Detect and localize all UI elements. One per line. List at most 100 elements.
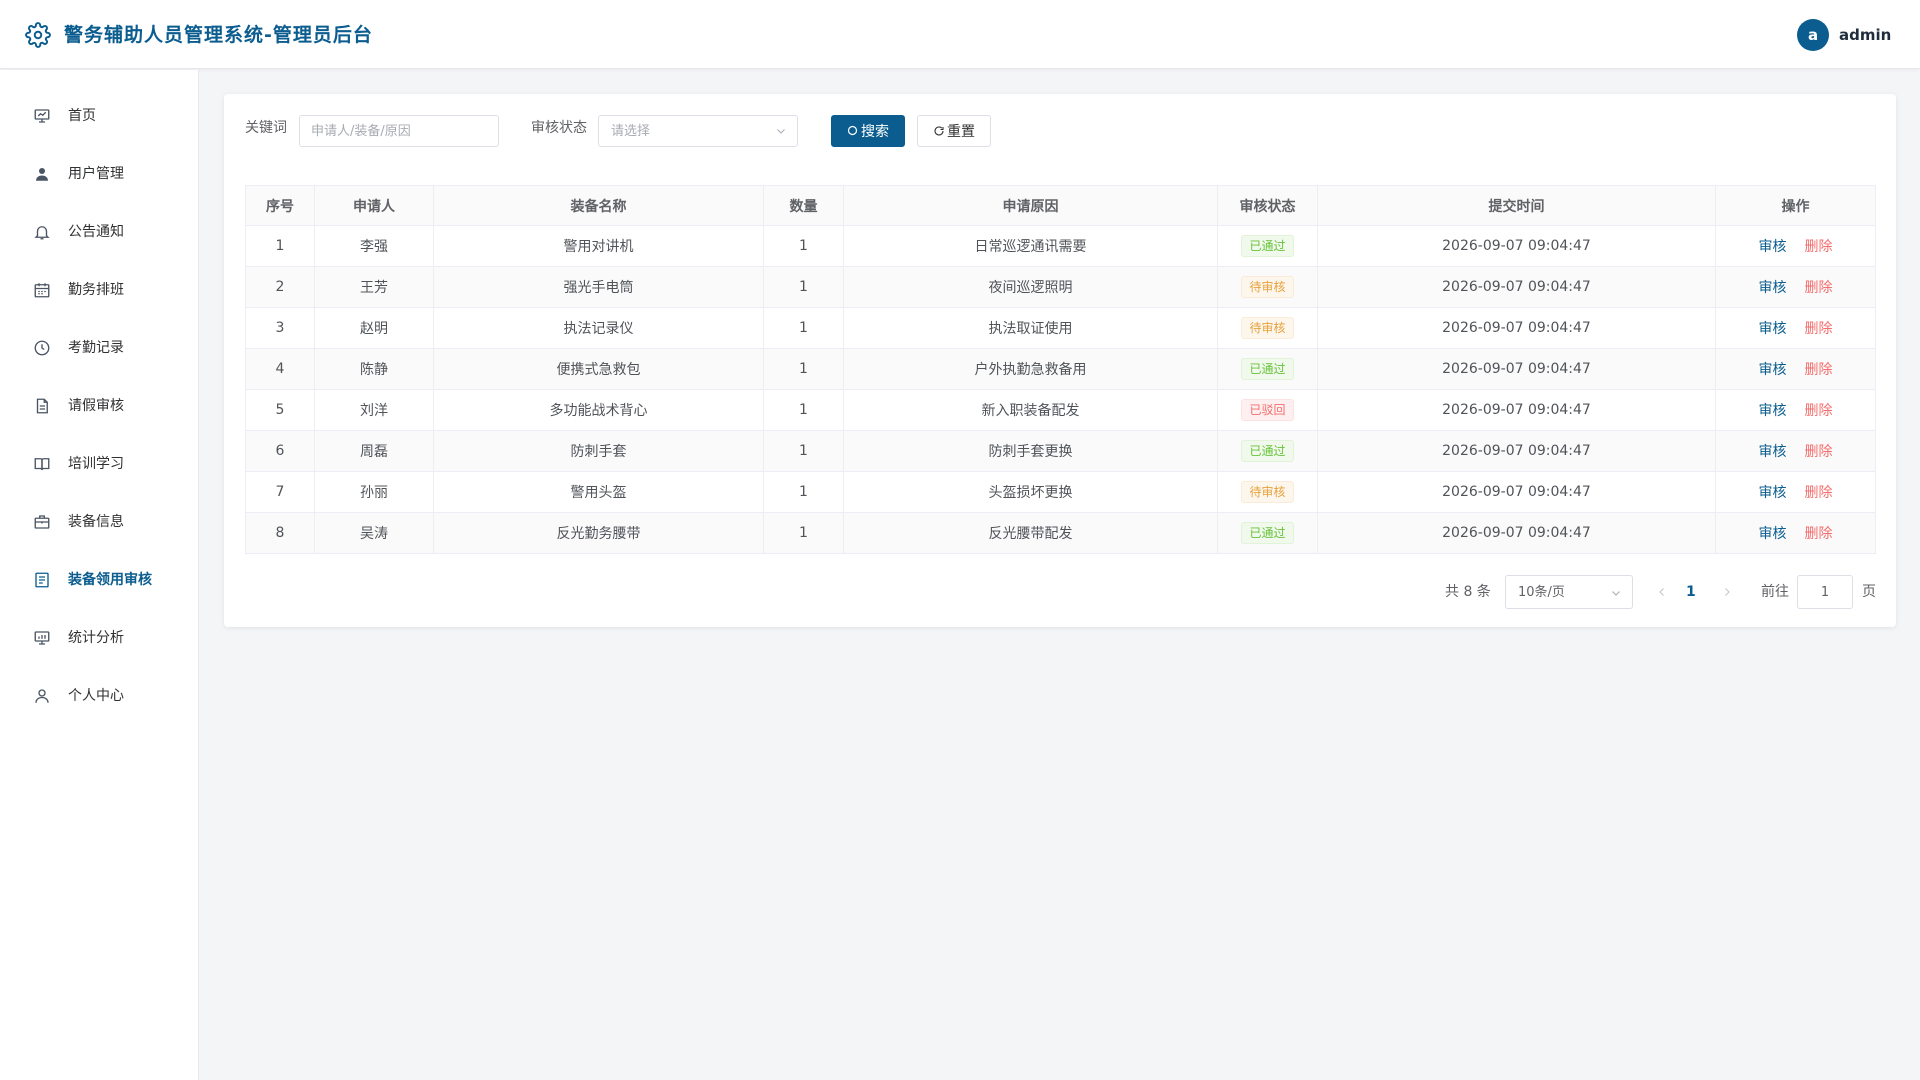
cell-reason: 反光腰带配发 (843, 512, 1218, 554)
status-filter-label: 审核状态 (531, 120, 587, 136)
clock-icon (34, 340, 50, 356)
cell-no: 1 (245, 225, 315, 267)
cell-equipment: 反光勤务腰带 (433, 512, 764, 554)
gear-icon (25, 22, 51, 48)
audit-link[interactable]: 审核 (1759, 526, 1787, 542)
page-size-select[interactable]: 10条/页 (1505, 575, 1633, 609)
sidebar-item-attendance[interactable]: 考勤记录 (0, 323, 198, 373)
cell-qty: 1 (763, 266, 844, 308)
status-select-placeholder: 请选择 (611, 124, 651, 139)
cell-qty: 1 (763, 471, 844, 513)
cell-time: 2026-09-07 09:04:47 (1317, 389, 1716, 431)
briefcase-icon (34, 515, 50, 529)
status-badge: 待审核 (1241, 481, 1294, 503)
cell-status: 待审核 (1217, 471, 1318, 513)
table-header-row: 序号 申请人 装备名称 数量 申请原因 审核状态 提交时间 操作 (245, 185, 1876, 226)
application-table: 序号 申请人 装备名称 数量 申请原因 审核状态 提交时间 操作 1 李强 警用… (245, 185, 1876, 554)
status-badge: 已通过 (1241, 440, 1294, 462)
column-header: 装备名称 (433, 185, 764, 226)
status-select[interactable]: 请选择 (598, 115, 798, 147)
audit-link[interactable]: 审核 (1759, 444, 1787, 460)
cell-reason: 户外执勤急救备用 (843, 348, 1218, 390)
keyword-label: 关键词 (245, 120, 287, 136)
sidebar-item-profile[interactable]: 个人中心 (0, 671, 198, 721)
table-row: 7 孙丽 警用头盔 1 头盔损坏更换 待审核 2026-09-07 09:04:… (245, 471, 1876, 513)
avatar[interactable]: a (1797, 19, 1829, 51)
pagination: 共 8 条 10条/页 1 前往 页 (224, 575, 1896, 609)
delete-link[interactable]: 删除 (1805, 485, 1833, 501)
cell-equipment: 执法记录仪 (433, 307, 764, 349)
cell-status: 待审核 (1217, 307, 1318, 349)
sidebar-item-label: 装备信息 (68, 514, 124, 530)
cell-applicant: 周磊 (314, 430, 434, 472)
delete-link[interactable]: 删除 (1805, 362, 1833, 378)
delete-link[interactable]: 删除 (1805, 526, 1833, 542)
refresh-icon (934, 126, 944, 136)
cell-time: 2026-09-07 09:04:47 (1317, 348, 1716, 390)
sidebar-item-users[interactable]: 用户管理 (0, 149, 198, 199)
sidebar-item-training[interactable]: 培训学习 (0, 439, 198, 489)
audit-link[interactable]: 审核 (1759, 239, 1787, 255)
cell-no: 2 (245, 266, 315, 308)
cell-no: 3 (245, 307, 315, 349)
delete-link[interactable]: 删除 (1805, 321, 1833, 337)
delete-link[interactable]: 删除 (1805, 239, 1833, 255)
sidebar-item-label: 用户管理 (68, 166, 124, 182)
status-badge: 已通过 (1241, 235, 1294, 257)
delete-link[interactable]: 删除 (1805, 444, 1833, 460)
sidebar-item-notices[interactable]: 公告通知 (0, 207, 198, 257)
table-row: 2 王芳 强光手电筒 1 夜间巡逻照明 待审核 2026-09-07 09:04… (245, 266, 1876, 308)
column-header: 申请原因 (843, 185, 1218, 226)
audit-link[interactable]: 审核 (1759, 362, 1787, 378)
column-header: 提交时间 (1317, 185, 1716, 226)
page-number-current[interactable]: 1 (1686, 575, 1696, 609)
list-document-icon (35, 572, 49, 588)
sidebar-item-equipment-info[interactable]: 装备信息 (0, 497, 198, 547)
sidebar-item-label: 请假审核 (68, 398, 124, 414)
prev-page-icon[interactable] (1656, 586, 1668, 598)
cell-no: 4 (245, 348, 315, 390)
search-button[interactable]: 搜索 (831, 115, 905, 147)
main-card: 关键词 审核状态 请选择 搜索 重置 序号 申请人 装备名称 数量 申请原因 (224, 94, 1896, 627)
calendar-icon (34, 283, 50, 298)
audit-link[interactable]: 审核 (1759, 321, 1787, 337)
audit-link[interactable]: 审核 (1759, 403, 1787, 419)
sidebar-item-home[interactable]: 首页 (0, 91, 198, 141)
delete-link[interactable]: 删除 (1805, 403, 1833, 419)
table-row: 1 李强 警用对讲机 1 日常巡逻通讯需要 已通过 2026-09-07 09:… (245, 225, 1876, 267)
sidebar-item-schedule[interactable]: 勤务排班 (0, 265, 198, 315)
cell-actions: 审核 删除 (1715, 389, 1876, 431)
cell-actions: 审核 删除 (1715, 430, 1876, 472)
cell-applicant: 王芳 (314, 266, 434, 308)
keyword-input[interactable] (299, 115, 499, 147)
sidebar-item-leave-review[interactable]: 请假审核 (0, 381, 198, 431)
username[interactable]: admin (1839, 24, 1891, 46)
app-title: 警务辅助人员管理系统-管理员后台 (64, 24, 373, 46)
next-page-icon[interactable] (1721, 586, 1733, 598)
cell-qty: 1 (763, 348, 844, 390)
cell-reason: 夜间巡逻照明 (843, 266, 1218, 308)
search-button-label: 搜索 (861, 124, 889, 140)
sidebar-item-label: 考勤记录 (68, 340, 124, 356)
cell-actions: 审核 删除 (1715, 348, 1876, 390)
table-row: 3 赵明 执法记录仪 1 执法取证使用 待审核 2026-09-07 09:04… (245, 307, 1876, 349)
table-row: 8 吴涛 反光勤务腰带 1 反光腰带配发 已通过 2026-09-07 09:0… (245, 512, 1876, 554)
audit-link[interactable]: 审核 (1759, 485, 1787, 501)
sidebar-item-equipment-review[interactable]: 装备领用审核 (0, 555, 198, 605)
cell-equipment: 防刺手套 (433, 430, 764, 472)
cell-applicant: 赵明 (314, 307, 434, 349)
table-row: 6 周磊 防刺手套 1 防刺手套更换 已通过 2026-09-07 09:04:… (245, 430, 1876, 472)
cell-time: 2026-09-07 09:04:47 (1317, 225, 1716, 267)
cell-equipment: 警用头盔 (433, 471, 764, 513)
goto-page-input[interactable] (1797, 575, 1853, 609)
cell-qty: 1 (763, 430, 844, 472)
sidebar-item-statistics[interactable]: 统计分析 (0, 613, 198, 663)
cell-actions: 审核 删除 (1715, 307, 1876, 349)
chart-board-icon (34, 631, 50, 645)
audit-link[interactable]: 审核 (1759, 280, 1787, 296)
cell-equipment: 警用对讲机 (433, 225, 764, 267)
delete-link[interactable]: 删除 (1805, 280, 1833, 296)
cell-status: 已通过 (1217, 430, 1318, 472)
status-badge: 待审核 (1241, 317, 1294, 339)
reset-button[interactable]: 重置 (917, 115, 991, 147)
